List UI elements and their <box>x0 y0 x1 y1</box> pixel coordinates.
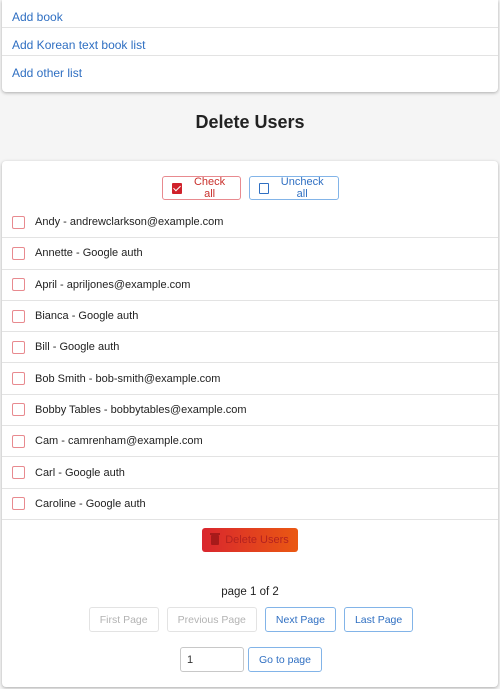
user-row[interactable]: Bianca - Google auth <box>2 301 498 333</box>
user-label: Andy - andrewclarkson@example.com <box>35 216 224 229</box>
user-label: Carl - Google auth <box>35 466 125 479</box>
page-info: page 1 of 2 <box>221 586 279 598</box>
check-all-label: Check all <box>193 176 226 200</box>
user-checkbox[interactable] <box>12 372 25 386</box>
user-checkbox[interactable] <box>12 466 25 480</box>
page-number-input[interactable] <box>180 647 245 672</box>
go-to-page-button[interactable]: Go to page <box>248 647 322 672</box>
user-row[interactable]: Bill - Google auth <box>2 332 498 364</box>
pagination: First Page Previous Page Next Page Last … <box>2 607 498 632</box>
last-page-button[interactable]: Last Page <box>343 607 414 632</box>
user-label: April - apriljones@example.com <box>35 278 191 291</box>
user-checkbox[interactable] <box>12 497 25 511</box>
check-controls: Check all Uncheck all <box>2 176 498 200</box>
user-checkbox[interactable] <box>12 403 25 417</box>
user-row[interactable]: Andy - andrewclarkson@example.com <box>2 207 498 239</box>
user-row[interactable]: Annette - Google auth <box>2 238 498 270</box>
user-checkbox[interactable] <box>12 215 25 229</box>
add-korean-text-book-list-link[interactable]: Add Korean text book list <box>2 28 498 56</box>
user-row[interactable]: Caroline - Google auth <box>2 489 498 520</box>
goto-page-row: Go to page <box>2 647 498 672</box>
user-checkbox[interactable] <box>12 340 25 354</box>
user-checkbox[interactable] <box>12 278 25 292</box>
user-row[interactable]: Carl - Google auth <box>2 457 498 489</box>
next-page-button[interactable]: Next Page <box>264 607 336 632</box>
trash-icon <box>210 533 221 545</box>
add-other-list-link[interactable]: Add other list <box>2 56 498 84</box>
user-checkbox[interactable] <box>12 246 25 260</box>
user-list: Andy - andrewclarkson@example.com Annett… <box>2 207 498 520</box>
user-checkbox[interactable] <box>12 309 25 323</box>
user-label: Bill - Google auth <box>35 341 120 354</box>
user-label: Cam - camrenham@example.com <box>35 435 203 448</box>
user-label: Bobby Tables - bobbytables@example.com <box>35 403 247 416</box>
user-row[interactable]: Bob Smith - bob-smith@example.com <box>2 363 498 395</box>
user-label: Bianca - Google auth <box>35 310 139 323</box>
empty-box-icon <box>258 182 269 194</box>
user-label: Bob Smith - bob-smith@example.com <box>35 372 221 385</box>
add-book-link[interactable]: Add book <box>2 0 498 28</box>
checked-box-icon <box>171 182 182 194</box>
check-all-button[interactable]: Check all <box>161 176 241 200</box>
uncheck-all-button[interactable]: Uncheck all <box>248 176 339 200</box>
user-row[interactable]: Bobby Tables - bobbytables@example.com <box>2 395 498 427</box>
delete-users-button[interactable]: Delete Users <box>202 528 298 552</box>
delete-users-card: Check all Uncheck all Andy - andrewclark… <box>2 161 498 687</box>
user-checkbox[interactable] <box>12 434 25 448</box>
user-row[interactable]: April - apriljones@example.com <box>2 270 498 301</box>
user-label: Annette - Google auth <box>35 247 143 260</box>
delete-users-label: Delete Users <box>225 534 289 546</box>
page-title: Delete Users <box>195 112 305 132</box>
user-row[interactable]: Cam - camrenham@example.com <box>2 426 498 458</box>
previous-page-button[interactable]: Previous Page <box>166 607 257 632</box>
first-page-button[interactable]: First Page <box>88 607 159 632</box>
user-label: Caroline - Google auth <box>35 497 146 510</box>
uncheck-all-label: Uncheck all <box>280 176 324 200</box>
add-links-card: Add book Add Korean text book list Add o… <box>2 0 498 92</box>
